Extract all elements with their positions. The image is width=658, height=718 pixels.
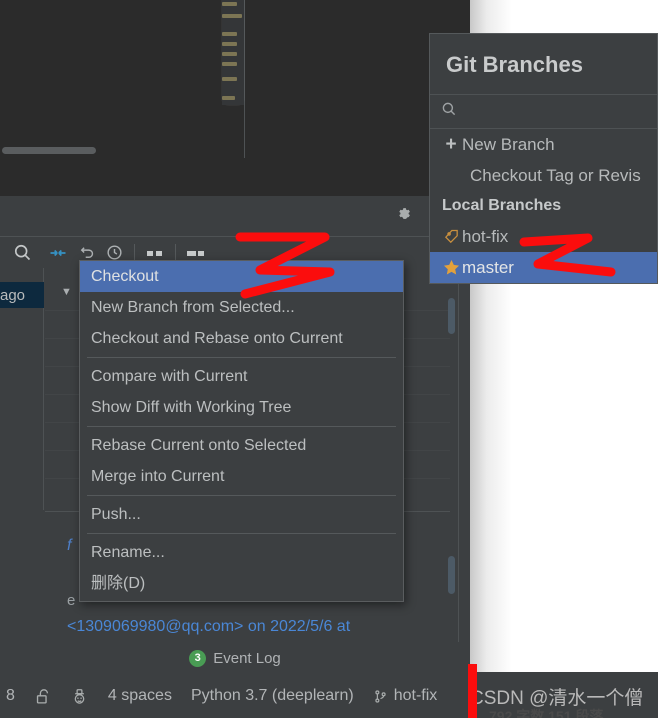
minimap-mark — [222, 42, 237, 46]
plus-icon: + — [445, 134, 457, 155]
branch-item-master[interactable]: master — [430, 252, 657, 283]
tool-window-header — [0, 196, 470, 236]
caret-position[interactable]: 8 — [6, 687, 15, 705]
log-branch-column[interactable]: ago — [0, 268, 44, 510]
minimap-mark — [222, 52, 237, 56]
new-branch-item[interactable]: + New Branch — [430, 129, 657, 160]
event-log-count-badge: 3 — [189, 649, 207, 667]
branch-item-hot-fix[interactable]: hot-fix — [430, 221, 657, 252]
hat-face-icon[interactable] — [70, 687, 89, 706]
horizontal-scrollbar-thumb[interactable] — [2, 147, 96, 154]
event-log-bar[interactable]: 3 Event Log — [0, 642, 470, 674]
chevron-down-icon[interactable]: ▼ — [61, 286, 72, 298]
menu-item-d[interactable]: 删除(D) — [80, 568, 403, 599]
minimap-mark — [222, 2, 237, 6]
current-branch[interactable]: hot-fix — [394, 687, 438, 705]
git-branch-icon[interactable] — [373, 687, 388, 706]
word-count-text: 792 字数 151 段落 — [489, 708, 604, 718]
menu-item-new-branch-from-selected[interactable]: New Branch from Selected... — [80, 292, 403, 323]
panel-divider — [458, 268, 459, 642]
detail-author-initial: f — [67, 537, 72, 554]
event-log-label[interactable]: Event Log — [213, 650, 281, 667]
git-branches-title: Git Branches — [430, 34, 657, 95]
gear-icon[interactable] — [395, 206, 415, 226]
checkout-tag-item[interactable]: Checkout Tag or Revis — [430, 160, 657, 191]
menu-divider — [87, 357, 396, 358]
toolbar-separator — [175, 243, 176, 262]
branch-label: master — [462, 258, 514, 277]
menu-divider — [87, 533, 396, 534]
branch-context-menu[interactable]: Checkout New Branch from Selected... Check… — [79, 260, 404, 602]
commit-author-email[interactable]: <1309069980@qq.com> on 2022/5/6 at — [67, 618, 350, 636]
git-branches-popup[interactable]: Git Branches + New Branch Checkout Tag o… — [429, 33, 658, 284]
collapse-arrows-icon[interactable] — [44, 241, 72, 265]
menu-item-compare-with-current[interactable]: Compare with Current — [80, 361, 403, 392]
interpreter-selector[interactable]: Python 3.7 (deeplearn) — [191, 687, 354, 705]
minimap-mark — [222, 96, 235, 100]
search-icon[interactable] — [0, 242, 44, 263]
menu-divider — [87, 495, 396, 496]
menu-item-checkout[interactable]: Checkout — [80, 261, 403, 292]
menu-divider — [87, 426, 396, 427]
detail-pane-scrollbar-thumb[interactable] — [448, 556, 455, 594]
tag-icon — [440, 228, 462, 245]
editor-area — [0, 0, 470, 196]
menu-item-push[interactable]: Push... — [80, 499, 403, 530]
menu-item-rebase-current-onto-selected[interactable]: Rebase Current onto Selected — [80, 430, 403, 461]
star-icon — [440, 258, 462, 277]
search-icon — [440, 100, 458, 123]
minimap-mark — [222, 32, 237, 36]
local-branches-header: Local Branches — [442, 197, 562, 214]
menu-item-checkout-and-rebase-onto-current[interactable]: Checkout and Rebase onto Current — [80, 323, 403, 354]
toolbar-separator — [134, 243, 135, 262]
log-table-scrollbar-thumb[interactable] — [448, 298, 455, 334]
new-branch-label: New Branch — [462, 135, 555, 154]
minimap-mark — [222, 14, 242, 18]
log-selected-row[interactable]: ago — [0, 282, 44, 308]
minimap-mark — [222, 77, 237, 81]
minimap-mark — [222, 62, 237, 66]
unlocked-padlock-icon[interactable] — [34, 687, 51, 706]
indent-setting[interactable]: 4 spaces — [108, 687, 172, 705]
detail-text-fragment: e — [67, 592, 76, 609]
menu-item-merge-into-current[interactable]: Merge into Current — [80, 461, 403, 492]
search-input[interactable] — [466, 103, 636, 120]
menu-item-show-diff-with-working-tree[interactable]: Show Diff with Working Tree — [80, 392, 403, 423]
ide-window: ago ▼ f e <1309069980@qq.com> on 2022/5/… — [0, 0, 658, 718]
editor-left-pane[interactable] — [0, 0, 245, 158]
checkout-tag-label: Checkout Tag or Revis — [470, 166, 641, 185]
code-minimap[interactable] — [222, 0, 244, 105]
branch-label: hot-fix — [462, 227, 509, 246]
menu-item-rename[interactable]: Rename... — [80, 537, 403, 568]
git-branches-search-row[interactable] — [430, 95, 657, 129]
